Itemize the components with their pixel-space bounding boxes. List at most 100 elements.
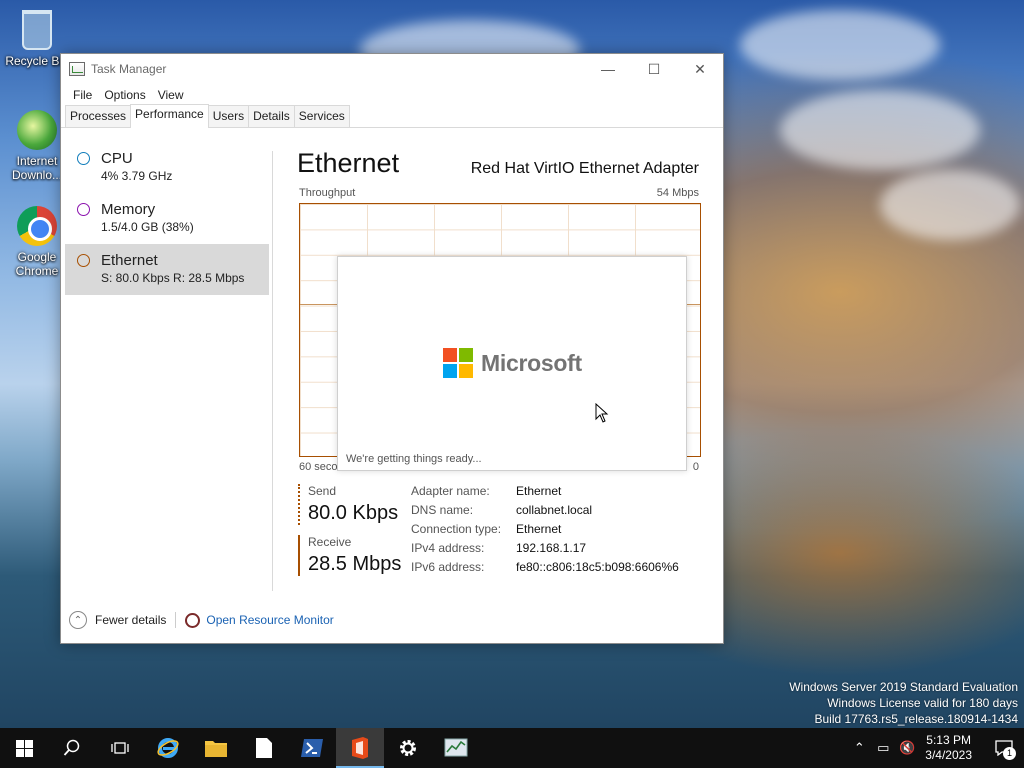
system-tray: ⌃ ▭ 🔇 5:13 PM 3/4/2023 1 (847, 728, 1024, 768)
volume-muted-icon[interactable]: 🔇 (895, 740, 919, 756)
detail-key: DNS name: (411, 503, 474, 517)
throughput-max: 54 Mbps (656, 187, 699, 199)
receive-label: Receive (308, 535, 352, 549)
adapter-details: Adapter name: Ethernet DNS name: collabn… (411, 484, 679, 574)
cloud (740, 10, 940, 80)
resource-monitor-icon (185, 612, 201, 628)
cloud (780, 90, 980, 170)
sidebar-item-cpu[interactable]: CPU 4% 3.79 GHz (65, 142, 269, 193)
taskbar-file-explorer[interactable] (192, 728, 240, 768)
page-title: Ethernet (297, 148, 400, 178)
tab-processes[interactable]: Processes (65, 105, 132, 127)
menu-bar: File Options View (61, 84, 723, 106)
window-title: Task Manager (91, 62, 167, 76)
watermark-build: Build 17763.rs5_release.180914-1434 (814, 712, 1019, 726)
office-icon (352, 737, 368, 759)
chevron-up-icon[interactable]: ⌃ (847, 740, 871, 756)
open-resource-monitor-link[interactable]: Open Resource Monitor (185, 612, 334, 628)
footer-divider (175, 612, 177, 628)
sidebar-item-name: Memory (101, 201, 156, 218)
microsoft-logo: Microsoft (443, 348, 582, 378)
open-resource-monitor-label: Open Resource Monitor (206, 613, 334, 627)
receive-metric: Receive 28.5 Mbps (298, 535, 401, 576)
splash-message: We're getting things ready... (346, 453, 482, 465)
window-footer: ⌃ Fewer details Open Resource Monitor (69, 611, 334, 629)
clock-time: 5:13 PM (926, 733, 971, 747)
cloud (880, 170, 1020, 240)
chevron-up-icon: ⌃ (69, 611, 87, 629)
send-label: Send (308, 484, 337, 498)
sidebar-item-detail: 1.5/4.0 GB (38%) (101, 220, 194, 234)
send-value: 80.0 Kbps (308, 502, 399, 524)
fewer-details-button[interactable]: ⌃ Fewer details (69, 611, 166, 629)
chrome-icon (17, 206, 57, 246)
taskbar-internet-explorer[interactable] (144, 728, 192, 768)
taskbar-office[interactable] (336, 728, 384, 768)
search-icon (63, 739, 80, 756)
memory-indicator-icon (77, 203, 90, 216)
detail-value: Ethernet (516, 522, 562, 536)
taskbar-settings[interactable] (384, 728, 432, 768)
minimize-button[interactable]: — (585, 54, 631, 84)
mouse-cursor-icon (595, 403, 609, 423)
sidebar-item-detail: S: 80.0 Kbps R: 28.5 Mbps (101, 271, 245, 285)
close-button[interactable]: ✕ (677, 54, 723, 84)
graph-axis-right: 0 (692, 461, 699, 473)
menu-options[interactable]: Options (98, 88, 151, 102)
taskbar: ⌃ ▭ 🔇 5:13 PM 3/4/2023 1 (0, 728, 1024, 768)
task-view-button[interactable] (96, 728, 144, 768)
sidebar-item-name: CPU (101, 150, 133, 167)
detail-value: fe80::c806:18c5:b098:6606%6 (516, 560, 679, 574)
folder-icon (205, 741, 227, 757)
detail-key: Connection type: (411, 522, 502, 536)
tab-details[interactable]: Details (248, 105, 295, 127)
sidebar-item-ethernet[interactable]: Ethernet S: 80.0 Kbps R: 28.5 Mbps (65, 244, 269, 295)
task-view-icon (111, 742, 129, 754)
panel-divider (272, 151, 273, 591)
title-bar[interactable]: Task Manager — ☐ ✕ (61, 54, 723, 84)
internet-explorer-icon (157, 738, 179, 758)
maximize-button[interactable]: ☐ (631, 54, 677, 84)
detail-value: Ethernet (516, 484, 562, 498)
tab-bar: Processes Performance Users Details Serv… (61, 104, 723, 128)
action-center-button[interactable]: 1 (984, 728, 1024, 768)
sidebar-item-detail: 4% 3.79 GHz (101, 169, 173, 183)
throughput-label: Throughput (299, 187, 356, 199)
microsoft-wordmark: Microsoft (481, 349, 582, 376)
detail-value: collabnet.local (516, 503, 593, 517)
system-clock[interactable]: 5:13 PM 3/4/2023 (925, 733, 972, 763)
taskbar-powershell[interactable] (288, 728, 336, 768)
fewer-details-label: Fewer details (95, 613, 167, 627)
gear-icon (400, 740, 416, 756)
search-button[interactable] (48, 728, 96, 768)
tab-users[interactable]: Users (207, 105, 250, 127)
network-icon[interactable]: ▭ (871, 740, 895, 756)
windows-logo-icon (15, 739, 33, 757)
watermark-license: Windows License valid for 180 days (827, 696, 1018, 710)
document-icon (256, 738, 272, 758)
clock-date: 3/4/2023 (925, 748, 972, 762)
adapter-name-heading: Red Hat VirtIO Ethernet Adapter (470, 160, 699, 177)
task-manager-icon (444, 738, 468, 757)
detail-value: 192.168.1.17 (516, 541, 587, 555)
watermark-edition: Windows Server 2019 Standard Evaluation (789, 680, 1018, 694)
taskbar-task-manager[interactable] (432, 728, 480, 768)
performance-sidebar: CPU 4% 3.79 GHz Memory 1.5/4.0 GB (38%) … (65, 142, 269, 295)
recycle-bin-icon (22, 10, 52, 50)
sidebar-item-memory[interactable]: Memory 1.5/4.0 GB (38%) (65, 193, 269, 244)
menu-view[interactable]: View (152, 88, 190, 102)
tab-services[interactable]: Services (293, 105, 350, 127)
tab-performance[interactable]: Performance (130, 104, 209, 128)
detail-key: IPv6 address: (411, 560, 485, 574)
menu-file[interactable]: File (67, 88, 98, 102)
getting-ready-splash: Microsoft We're getting things ready... (337, 256, 687, 471)
cpu-indicator-icon (77, 152, 90, 165)
taskbar-notepad[interactable] (240, 728, 288, 768)
ethernet-indicator-icon (77, 254, 90, 267)
detail-key: IPv4 address: (411, 541, 485, 555)
receive-value: 28.5 Mbps (308, 553, 402, 575)
start-button[interactable] (0, 728, 48, 768)
detail-key: Adapter name: (411, 484, 490, 498)
sidebar-item-name: Ethernet (101, 252, 158, 269)
windows-watermark: Windows Server 2019 Standard Evaluation … (789, 679, 1018, 727)
